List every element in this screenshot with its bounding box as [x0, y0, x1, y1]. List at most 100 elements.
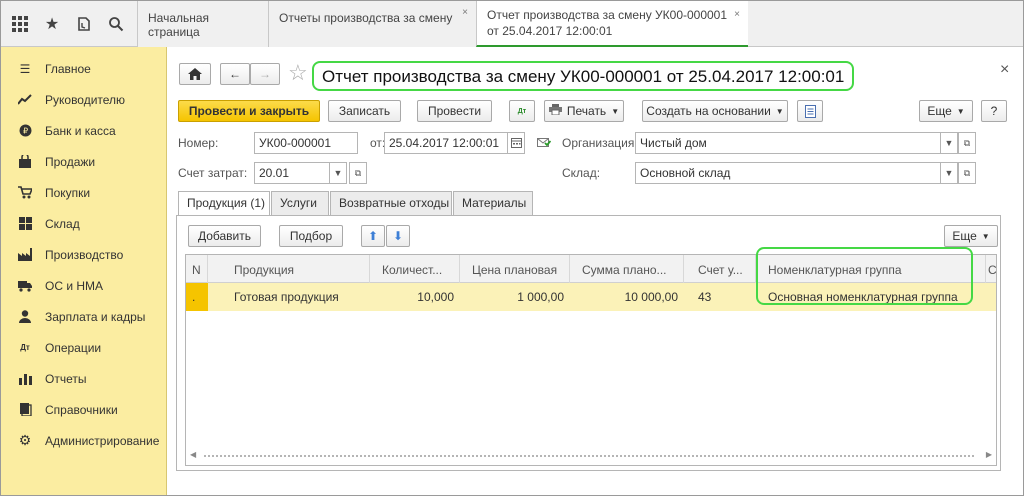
tab-reports-list[interactable]: Отчеты производства за смену ×: [268, 1, 476, 47]
open-cost-account-button[interactable]: ⧉: [349, 162, 367, 184]
sidebar-item-reports[interactable]: Отчеты: [1, 363, 166, 394]
column-header-plan-sum[interactable]: Сумма плано...: [570, 255, 684, 283]
arrow-down-icon: ⬇: [392, 229, 404, 243]
chevron-down-icon: ▼: [981, 231, 990, 241]
open-link-icon: ⧉: [963, 137, 971, 148]
tab-materials[interactable]: Материалы: [453, 191, 533, 215]
highlight-item-group: [756, 247, 973, 305]
column-header-quantity[interactable]: Количест...: [370, 255, 460, 283]
calendar-button[interactable]: [507, 132, 525, 154]
tab-products[interactable]: Продукция (1): [178, 191, 270, 216]
close-icon[interactable]: ×: [734, 7, 740, 23]
sidebar-item-assets[interactable]: ОС и НМА: [1, 270, 166, 301]
sidebar-item-label: ОС и НМА: [45, 278, 104, 293]
apps-grid-icon[interactable]: [9, 13, 31, 35]
tab-returnable-waste[interactable]: Возвратные отходы: [330, 191, 452, 215]
home-button[interactable]: [179, 63, 211, 85]
column-header-more[interactable]: С: [986, 255, 996, 283]
sidebar-item-main[interactable]: ☰ Главное: [1, 53, 166, 84]
favorite-star-icon[interactable]: ☆: [288, 61, 308, 85]
sidebar-item-label: Справочники: [45, 402, 118, 417]
open-warehouse-button[interactable]: ⧉: [958, 162, 976, 184]
column-header-plan-price[interactable]: Цена плановая: [460, 255, 570, 283]
tab-current-document[interactable]: Отчет производства за смену УК00-000001 …: [476, 1, 748, 47]
arrow-left-icon: ←: [229, 67, 241, 81]
menu-icon: ☰: [19, 61, 31, 76]
scroll-track[interactable]: [204, 455, 974, 457]
move-up-button[interactable]: ⬆: [361, 225, 385, 247]
move-down-button[interactable]: ⬇: [386, 225, 410, 247]
warehouse-dropdown[interactable]: ▼: [940, 162, 958, 184]
star-icon[interactable]: ★: [41, 13, 63, 35]
open-organization-button[interactable]: ⧉: [958, 132, 976, 154]
back-button[interactable]: ←: [220, 63, 250, 85]
create-based-on-button[interactable]: Создать на основании ▼: [642, 100, 788, 122]
horizontal-scrollbar[interactable]: ◀ ▶: [188, 449, 994, 463]
cost-account-dropdown[interactable]: ▼: [329, 162, 347, 184]
save-button[interactable]: Записать: [328, 100, 401, 122]
post-and-close-button[interactable]: Провести и закрыть: [178, 100, 320, 122]
column-header-n[interactable]: N: [186, 255, 208, 283]
arrow-right-icon: →: [259, 67, 271, 81]
print-button[interactable]: Печать ▼: [544, 100, 624, 122]
sidebar-item-manager[interactable]: Руководителю: [1, 84, 166, 115]
sidebar-item-production[interactable]: Производство: [1, 239, 166, 270]
sidebar-item-operations[interactable]: Дт Операции: [1, 332, 166, 363]
calendar-icon: [510, 138, 522, 148]
sidebar-item-label: Отчеты: [45, 371, 87, 386]
help-button[interactable]: ?: [981, 100, 1007, 122]
organization-dropdown[interactable]: ▼: [940, 132, 958, 154]
sidebar: ☰ Главное Руководителю ₽ Банк и касса Прод…: [1, 47, 167, 495]
print-label: Печать: [566, 104, 607, 118]
cell-product: Готовая продукция: [234, 290, 339, 304]
sidebar-item-purchases[interactable]: Покупки: [1, 177, 166, 208]
sidebar-item-bank[interactable]: ₽ Банк и касса: [1, 115, 166, 146]
sidebar-item-salary[interactable]: Зарплата и кадры: [1, 301, 166, 332]
chart-line-icon: [18, 93, 32, 107]
forward-button[interactable]: →: [250, 63, 280, 85]
sidebar-item-label: Продажи: [45, 154, 96, 169]
organization-field[interactable]: Чистый дом: [635, 132, 941, 154]
date-field[interactable]: 25.04.2017 12:00:01: [384, 132, 508, 154]
tab-home[interactable]: Начальная страница: [137, 1, 268, 47]
sidebar-item-catalogs[interactable]: Справочники: [1, 394, 166, 425]
bar-chart-icon: [18, 372, 32, 386]
column-header-account[interactable]: Счет у...: [684, 255, 756, 283]
close-icon[interactable]: ×: [1000, 61, 1009, 79]
cost-account-field[interactable]: 20.01: [254, 162, 330, 184]
scroll-right-icon[interactable]: ▶: [986, 450, 992, 459]
tab-services[interactable]: Услуги: [271, 191, 329, 215]
cart-icon: [18, 186, 32, 200]
tab-label: Отчеты производства за смену: [279, 11, 453, 25]
sidebar-item-label: Операции: [45, 340, 102, 355]
arrow-up-icon: ⬆: [367, 229, 379, 243]
sidebar-item-label: Склад: [45, 216, 80, 231]
post-button[interactable]: Провести: [417, 100, 492, 122]
add-button[interactable]: Добавить: [188, 225, 261, 247]
open-link-icon: ⧉: [963, 167, 971, 178]
number-field[interactable]: УК00-000001: [254, 132, 358, 154]
document-report-button[interactable]: [797, 100, 823, 122]
more-label: Еще: [952, 229, 977, 243]
sidebar-item-label: Руководителю: [45, 92, 126, 107]
history-icon[interactable]: [73, 13, 95, 35]
sidebar-item-sales[interactable]: Продажи: [1, 146, 166, 177]
mail-check-icon[interactable]: [537, 136, 552, 151]
dt-kt-icon: Дт: [517, 107, 527, 115]
pick-button[interactable]: Подбор: [279, 225, 343, 247]
tab-label: Начальная страница: [148, 11, 210, 39]
number-label: Номер:: [178, 136, 219, 150]
sidebar-item-warehouse[interactable]: Склад: [1, 208, 166, 239]
grid-more-button[interactable]: Еще ▼: [944, 225, 998, 247]
warehouse-icon: [18, 217, 32, 231]
close-icon[interactable]: ×: [462, 7, 468, 18]
scroll-left-icon[interactable]: ◀: [190, 450, 196, 459]
person-icon: [18, 310, 32, 324]
dt-kt-button[interactable]: Дт: [509, 100, 535, 122]
sidebar-item-admin[interactable]: ⚙ Администрирование: [1, 425, 166, 456]
search-icon[interactable]: [105, 13, 127, 35]
top-bar: ★ Начальная страница Отчеты производства…: [1, 1, 1023, 47]
column-header-product[interactable]: Продукция: [208, 255, 370, 283]
warehouse-field[interactable]: Основной склад: [635, 162, 941, 184]
more-button[interactable]: Еще ▼: [919, 100, 973, 122]
